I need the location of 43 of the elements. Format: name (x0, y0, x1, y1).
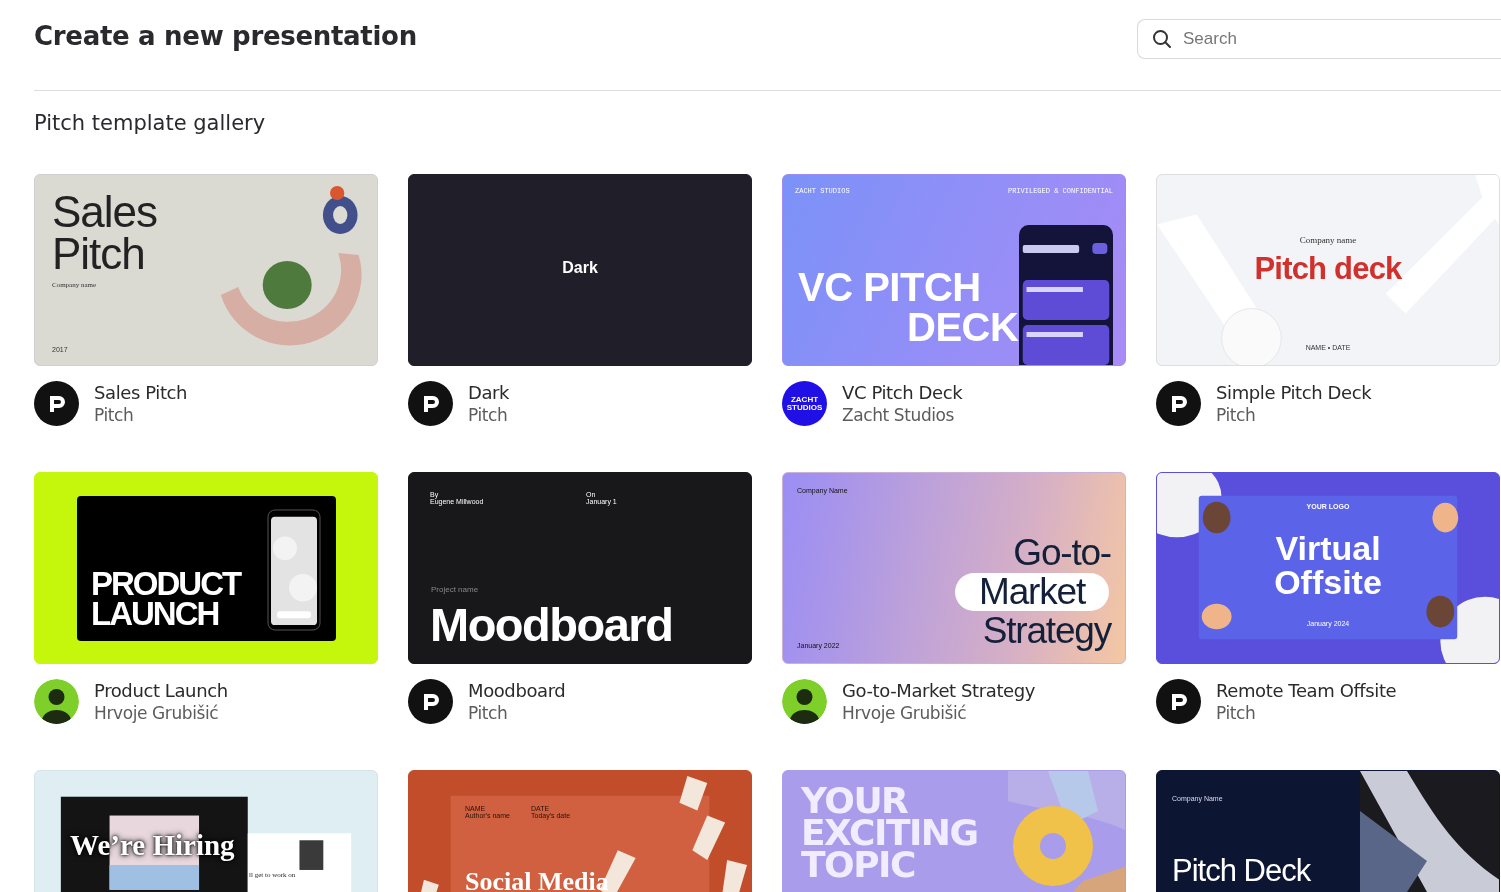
template-author: Pitch (1216, 703, 1257, 723)
slide-title: Go-to- (1013, 533, 1111, 573)
slide-text: Project name (431, 585, 479, 594)
template-author: Hrvoje Grubišić (94, 703, 220, 723)
template-name[interactable]: Go-to-Market Strategy (842, 680, 1035, 701)
template-name[interactable]: Simple Pitch Deck (1216, 382, 1372, 403)
slide-title: DECK (907, 307, 1019, 347)
slide-title: Pitch (52, 233, 146, 275)
slide-thumbnail[interactable]: PRODUCT LAUNCH (34, 472, 378, 664)
slide-title: Dark (562, 259, 598, 277)
slide-title: Pitch deck (1254, 251, 1402, 287)
template-author: Pitch (1216, 405, 1257, 425)
slide-title: Market (955, 573, 1109, 611)
slide-title: EXCITING (801, 817, 978, 849)
avatar-icon (34, 679, 79, 724)
template-author: Pitch (94, 405, 135, 425)
slide-title: Sales (52, 191, 158, 233)
section-title: Pitch template gallery (34, 111, 267, 135)
template-author: Pitch (468, 703, 509, 723)
template-name[interactable]: Sales Pitch (94, 382, 188, 403)
slide-title: VC PITCH (798, 267, 981, 307)
page-title: Create a new presentation (34, 21, 417, 51)
slide-title: Virtual (1275, 531, 1381, 565)
template-name[interactable]: Product Launch (94, 680, 228, 701)
template-name[interactable]: VC Pitch Deck (842, 382, 963, 403)
slide-title: TOPIC (801, 849, 915, 881)
template-author: Zacht Studios (842, 405, 956, 425)
avatar-icon (782, 679, 827, 724)
template-author: Hrvoje Grubišić (842, 703, 968, 723)
template-author: Pitch (468, 405, 509, 425)
slide-title: Offsite (1274, 565, 1382, 599)
slide-title: LAUNCH (91, 599, 220, 629)
author-avatar: ZACHT STUDIOS (782, 381, 827, 426)
search-icon (1152, 29, 1172, 49)
slide-title: PRODUCT (91, 569, 241, 599)
slide-text: Company name (1299, 235, 1357, 245)
slide-title: YOUR (801, 785, 908, 817)
template-name[interactable]: Moodboard (468, 680, 566, 701)
template-name[interactable]: Dark (468, 382, 510, 403)
search-field[interactable]: Search (1137, 19, 1501, 59)
slide-title: Pitch Deck (1172, 853, 1311, 889)
template-name[interactable]: Remote Team Offsite (1216, 680, 1397, 701)
slide-thumbnail[interactable]: Dark (408, 174, 752, 366)
